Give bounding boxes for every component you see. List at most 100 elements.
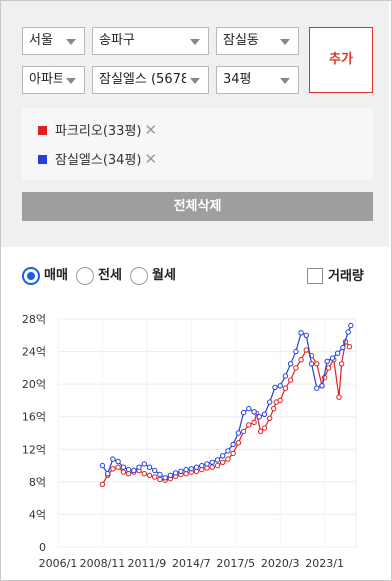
data-point bbox=[105, 471, 111, 477]
x-tick-label: 2017/5 bbox=[216, 557, 255, 570]
x-tick-label: 2011/9 bbox=[128, 557, 167, 570]
data-point bbox=[338, 361, 345, 367]
data-point bbox=[271, 405, 277, 412]
data-point bbox=[282, 373, 289, 379]
data-point bbox=[120, 469, 127, 475]
data-point bbox=[214, 462, 221, 469]
x-tick-label: 2023/1 bbox=[305, 557, 344, 570]
add-button[interactable]: 추가 bbox=[309, 27, 373, 93]
chevron-down-icon bbox=[280, 39, 290, 45]
district-select[interactable]: 송파구 bbox=[92, 27, 209, 55]
data-point bbox=[256, 414, 262, 420]
x-tick-label: 2014/7 bbox=[172, 557, 211, 570]
data-point bbox=[110, 456, 116, 462]
radio-label: 월세 bbox=[152, 268, 176, 283]
data-point bbox=[287, 361, 294, 367]
chevron-down-icon bbox=[66, 78, 76, 84]
data-point bbox=[325, 365, 332, 371]
data-point bbox=[293, 365, 299, 371]
data-point bbox=[136, 464, 142, 470]
close-icon[interactable]: ✕ bbox=[145, 121, 158, 139]
data-point bbox=[267, 415, 273, 422]
data-point bbox=[214, 457, 221, 463]
data-point bbox=[178, 468, 184, 475]
type-select[interactable]: 아파트 bbox=[22, 66, 85, 94]
data-point bbox=[146, 464, 153, 470]
chevron-down-icon bbox=[190, 39, 200, 45]
data-point bbox=[199, 462, 205, 469]
data-point bbox=[125, 466, 132, 473]
type-select-value: 아파트 bbox=[29, 72, 62, 87]
y-tick-label: 28억 bbox=[22, 313, 46, 326]
data-point bbox=[257, 428, 264, 435]
y-tick-label: 0 bbox=[39, 541, 46, 554]
data-point bbox=[230, 441, 236, 448]
dong-select[interactable]: 잠실동 bbox=[216, 27, 299, 55]
data-point bbox=[141, 471, 148, 477]
data-point bbox=[324, 358, 330, 364]
data-point bbox=[209, 464, 215, 470]
size-select[interactable]: 34평 bbox=[216, 66, 299, 94]
data-point bbox=[162, 475, 168, 481]
data-point bbox=[99, 481, 106, 488]
data-point bbox=[298, 357, 304, 363]
data-point bbox=[272, 384, 278, 391]
data-point bbox=[303, 347, 309, 353]
data-point bbox=[157, 471, 163, 478]
data-point bbox=[314, 385, 320, 391]
data-point bbox=[335, 350, 341, 356]
data-point bbox=[167, 472, 174, 479]
data-point bbox=[209, 459, 215, 466]
data-point bbox=[308, 361, 315, 367]
price-chart: 0 4억 8억 12억 16억 20억 24억 28억 2006/1 2008/11 2011/9 2… bbox=[22, 313, 357, 570]
data-point bbox=[251, 419, 257, 426]
data-point bbox=[336, 394, 342, 400]
x-tick-label: 2008/11 bbox=[80, 557, 126, 570]
data-point bbox=[152, 467, 158, 474]
city-select-value: 서울 bbox=[29, 33, 53, 48]
checkbox-box bbox=[307, 268, 323, 284]
list-item-label: 잠실엘스(34평) bbox=[55, 153, 142, 168]
data-point bbox=[235, 430, 242, 436]
data-point bbox=[314, 361, 320, 367]
radio-indicator bbox=[22, 267, 40, 285]
data-point bbox=[240, 409, 247, 416]
selected-list: 파크리오(33평) ✕ 잠실엘스(34평) ✕ bbox=[22, 108, 373, 180]
district-select-value: 송파구 bbox=[99, 33, 135, 48]
list-item-label: 파크리오(33평) bbox=[55, 124, 142, 139]
data-point bbox=[261, 425, 268, 431]
data-point bbox=[152, 474, 158, 480]
data-point bbox=[183, 466, 189, 473]
list-item: 파크리오(33평) ✕ bbox=[38, 121, 157, 139]
size-select-value: 34평 bbox=[223, 72, 252, 87]
data-point bbox=[220, 459, 226, 466]
data-point bbox=[246, 405, 252, 412]
data-point bbox=[193, 464, 200, 470]
data-point bbox=[345, 329, 351, 335]
data-point bbox=[235, 440, 242, 446]
data-point bbox=[204, 461, 210, 467]
data-point bbox=[282, 385, 289, 391]
series-color-swatch bbox=[38, 155, 47, 164]
data-point bbox=[261, 411, 268, 418]
data-point bbox=[157, 476, 163, 483]
data-point bbox=[277, 383, 283, 389]
data-point bbox=[348, 322, 354, 329]
close-icon[interactable]: ✕ bbox=[145, 150, 158, 168]
complex-select[interactable]: 잠실엘스 (5678세대) bbox=[92, 66, 209, 94]
data-point bbox=[287, 377, 294, 383]
y-tick-label: 20억 bbox=[22, 378, 46, 391]
data-point bbox=[146, 472, 153, 479]
data-point bbox=[298, 330, 304, 336]
y-tick-label: 16억 bbox=[22, 411, 46, 424]
clear-all-button[interactable]: 전체삭제 bbox=[22, 192, 373, 221]
data-point bbox=[225, 456, 231, 462]
data-point bbox=[110, 466, 116, 472]
data-point bbox=[267, 399, 273, 405]
volume-checkbox-label: 거래량 bbox=[328, 269, 364, 284]
data-point bbox=[99, 462, 106, 469]
x-tick-label: 2006/1 bbox=[39, 557, 78, 570]
data-point bbox=[303, 332, 309, 338]
city-select[interactable]: 서울 bbox=[22, 27, 85, 55]
list-item: 잠실엘스(34평) ✕ bbox=[38, 150, 157, 168]
